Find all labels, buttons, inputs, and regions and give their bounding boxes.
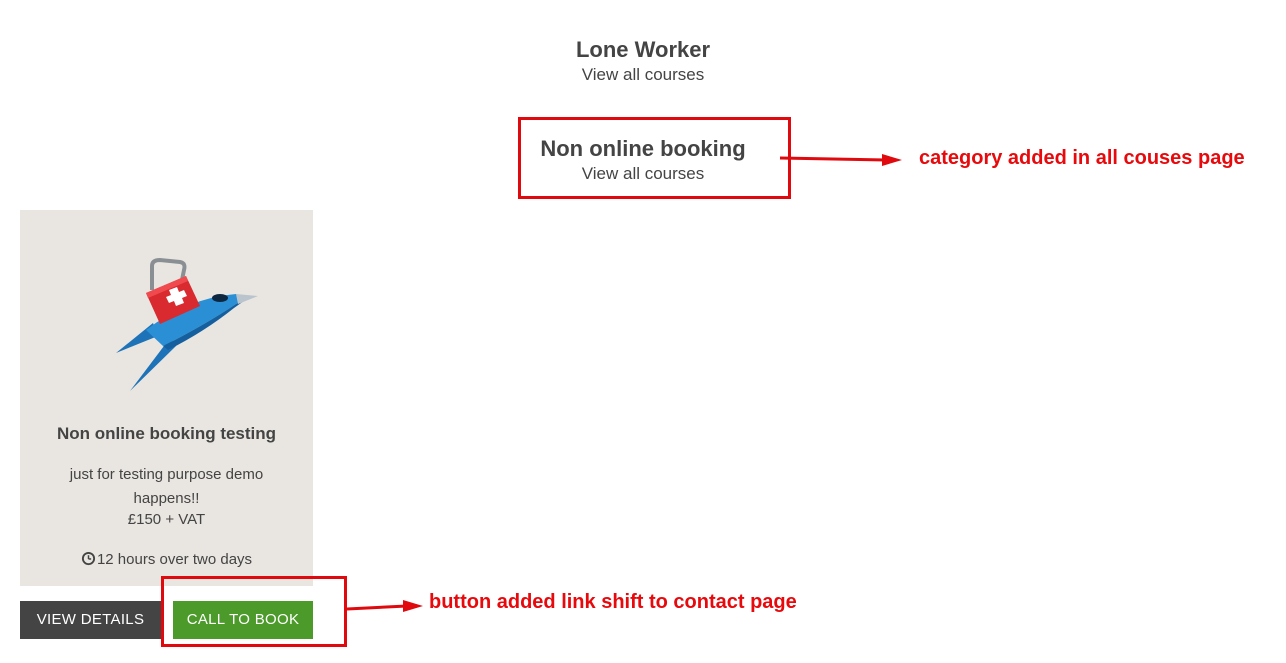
course-duration: 12 hours over two days xyxy=(20,551,313,568)
duration-text: 12 hours over two days xyxy=(96,551,253,568)
course-description: just for testing purpose demo happens!! xyxy=(69,466,264,507)
course-title: Non online booking testing xyxy=(56,424,277,443)
annotation-arrow-button xyxy=(346,600,423,612)
annotation-highlight-category xyxy=(518,117,791,199)
course-price: £150 + VAT xyxy=(127,511,206,528)
view-all-courses-link[interactable]: View all courses xyxy=(0,64,1286,86)
clock-icon xyxy=(81,551,96,566)
category-lone-worker: Lone Worker View all courses xyxy=(0,36,1286,86)
category-title: Lone Worker xyxy=(575,37,711,62)
annotation-text-category: category added in all couses page xyxy=(919,147,1245,169)
annotation-highlight-button xyxy=(161,576,347,647)
view-details-button[interactable]: VIEW DETAILS xyxy=(20,601,161,639)
annotation-text-button: button added link shift to contact page xyxy=(429,591,797,613)
first-aid-rocket-icon xyxy=(116,258,258,391)
annotation-arrow-category xyxy=(779,154,902,166)
course-card: Non online booking testing just for test… xyxy=(20,210,313,586)
